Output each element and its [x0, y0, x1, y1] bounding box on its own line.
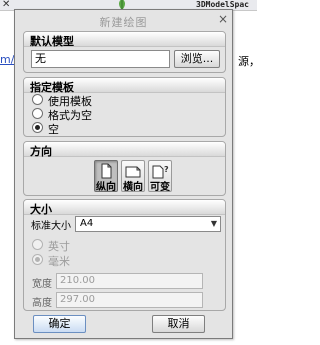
- template-section: 指定模板 使用模板 格式为空 空: [23, 77, 226, 137]
- portrait-page-icon: [101, 163, 112, 179]
- standard-size-value: A4: [80, 218, 94, 229]
- size-section: 大小 标准大小 A4 ▼ 英寸 毫米 宽度 210.00 高度 297.00: [23, 199, 226, 311]
- section-header: 指定模板: [24, 78, 225, 94]
- radio-button[interactable]: [32, 254, 43, 265]
- height-label: 高度: [32, 298, 52, 309]
- orientation-title: 方向: [30, 145, 52, 158]
- portrait-button[interactable]: 纵向: [94, 160, 118, 193]
- radio-button[interactable]: [32, 94, 43, 105]
- variable-button[interactable]: ? 可变: [148, 160, 172, 193]
- background-text: 源，: [238, 55, 260, 68]
- chevron-down-icon[interactable]: ▼: [209, 218, 219, 230]
- height-input[interactable]: 297.00: [56, 292, 203, 308]
- radio-button[interactable]: [32, 239, 43, 250]
- radio-label: 英寸: [48, 240, 70, 253]
- section-header: 方向: [24, 142, 225, 158]
- dialog-title: 新建绘图: [99, 16, 148, 29]
- browse-button[interactable]: 浏览...: [174, 50, 220, 68]
- landscape-page-icon: [125, 166, 141, 178]
- radio-button[interactable]: [32, 108, 43, 119]
- section-header: 默认模型: [24, 32, 225, 48]
- radio-label: 空: [48, 123, 59, 136]
- cancel-button[interactable]: 取消: [152, 315, 205, 333]
- default-model-section: 默认模型 无 浏览...: [23, 31, 226, 73]
- ok-button[interactable]: 确定: [33, 315, 86, 333]
- svg-text:?: ?: [164, 165, 169, 174]
- radio-button[interactable]: [32, 122, 43, 133]
- background-link[interactable]: m/: [0, 53, 14, 66]
- radio-label: 毫米: [48, 255, 70, 268]
- landscape-button[interactable]: 横向: [121, 160, 145, 193]
- landscape-label: 横向: [123, 182, 143, 193]
- close-tab-icon[interactable]: ✕: [2, 0, 10, 10]
- close-icon[interactable]: ×: [217, 13, 229, 25]
- size-title: 大小: [30, 203, 52, 216]
- new-drawing-dialog: 新建绘图 × 默认模型 无 浏览... 指定模板 使用模板 格式为空 空 方向: [14, 9, 233, 339]
- standard-size-label: 标准大小: [31, 221, 71, 232]
- portrait-label: 纵向: [96, 182, 116, 193]
- standard-size-select[interactable]: A4 ▼: [75, 216, 221, 232]
- variable-page-icon: ?: [152, 165, 169, 179]
- dialog-titlebar[interactable]: 新建绘图 ×: [15, 10, 232, 30]
- orientation-section: 方向 纵向 横向 ? 可变: [23, 141, 226, 196]
- default-model-input[interactable]: 无: [31, 50, 170, 68]
- variable-label: 可变: [150, 182, 170, 193]
- default-model-title: 默认模型: [30, 35, 74, 48]
- section-header: 大小: [24, 200, 225, 216]
- width-label: 宽度: [32, 279, 52, 290]
- width-input[interactable]: 210.00: [56, 273, 203, 289]
